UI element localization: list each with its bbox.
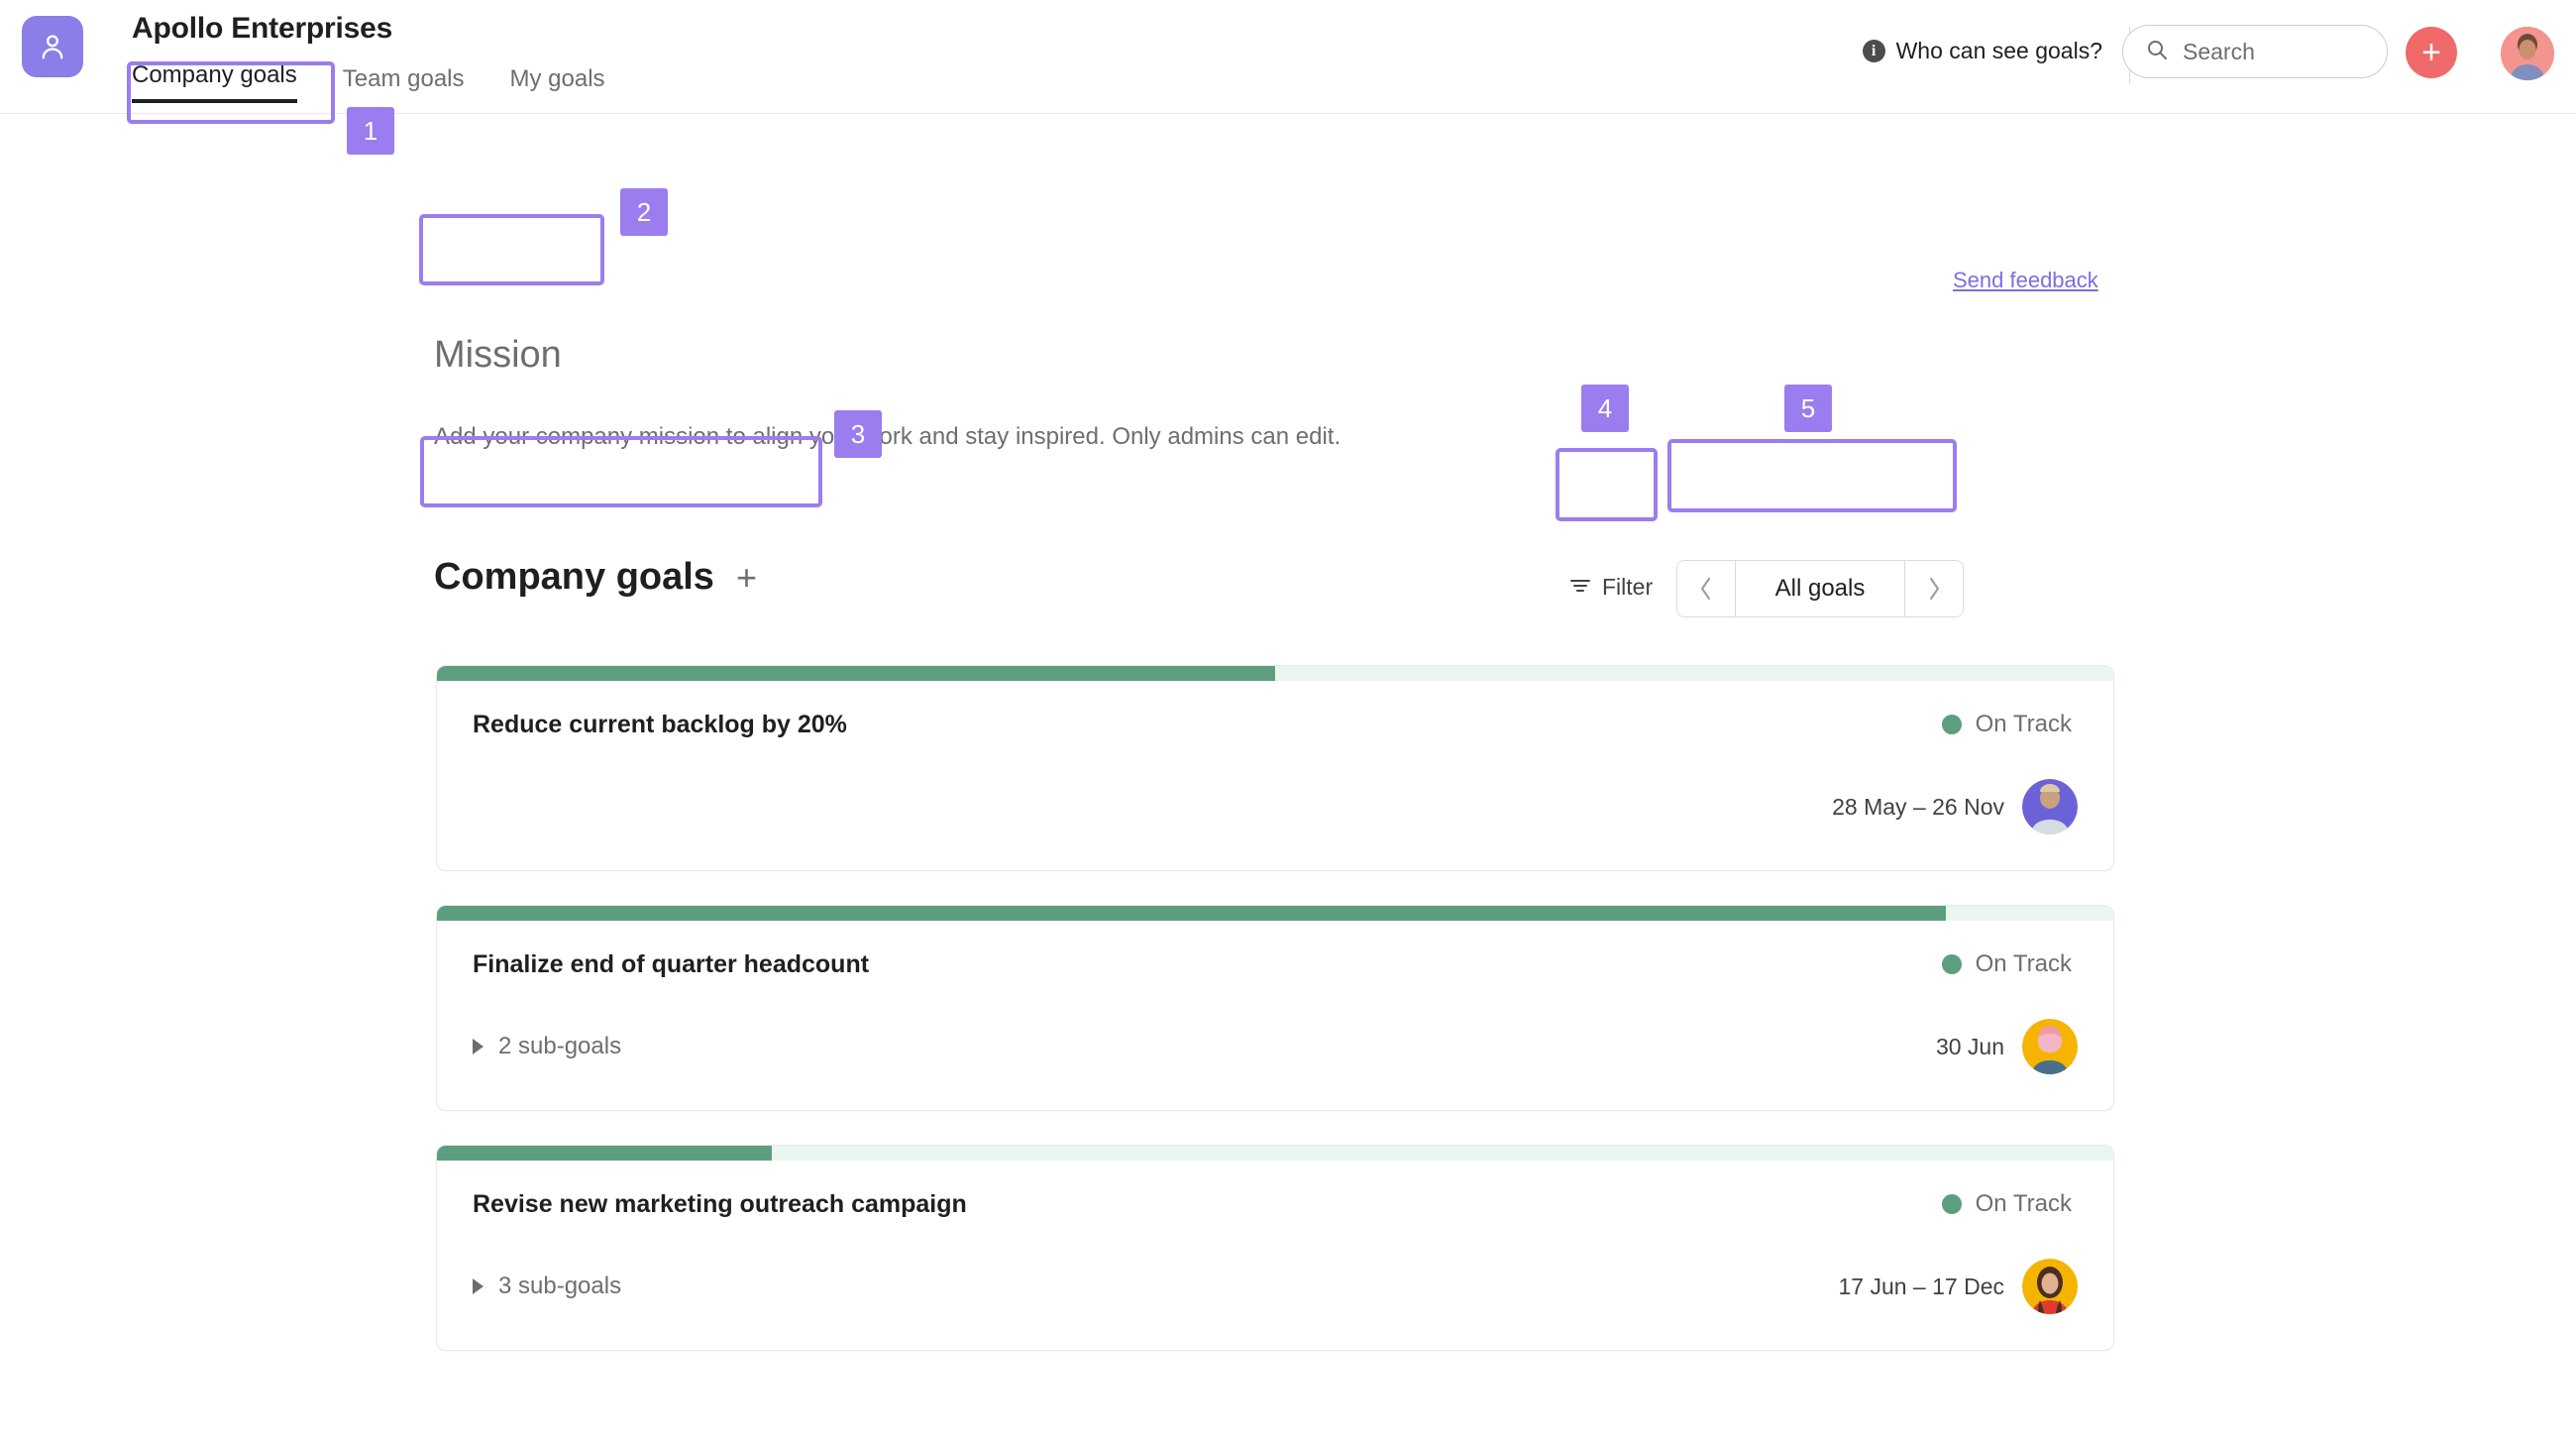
profile-avatar-icon <box>2501 27 2554 80</box>
sub-goals-toggle[interactable]: 2 sub-goals <box>473 1033 621 1060</box>
send-feedback-link[interactable]: Send feedback <box>1953 268 2098 293</box>
status-badge: On Track <box>1941 950 2072 978</box>
goal-card[interactable]: Revise new marketing outreach campaign O… <box>436 1145 2114 1351</box>
search-icon <box>2145 38 2169 66</box>
tab-my-goals[interactable]: My goals <box>510 65 605 103</box>
page-title: Apollo Enterprises <box>132 12 393 45</box>
who-can-see-goals-label: Who can see goals? <box>1895 38 2102 63</box>
progress-bar <box>437 906 2113 921</box>
progress-bar <box>437 1146 2113 1161</box>
goal-period-switcher: All goals <box>1676 560 1964 617</box>
add-goal-icon[interactable]: + <box>736 557 757 599</box>
goal-meta: 17 Jun – 17 Dec <box>1838 1259 2078 1314</box>
progress-bar-fill <box>437 1146 773 1161</box>
goal-owner-avatar[interactable] <box>2022 1259 2078 1314</box>
goal-card-body: Reduce current backlog by 20% On Track 2… <box>437 681 2113 870</box>
owner-avatar-icon <box>2022 1019 2078 1074</box>
filter-button[interactable]: Filter <box>1565 568 1657 607</box>
tab-team-goals[interactable]: Team goals <box>343 65 465 103</box>
avatar[interactable] <box>2501 27 2554 80</box>
sub-goals-label: 2 sub-goals <box>498 1033 622 1059</box>
goal-meta: 28 May – 26 Nov <box>1832 779 2078 834</box>
main-content: Send feedback Mission Add your company m… <box>0 114 2576 1442</box>
tab-company-goals[interactable]: Company goals <box>132 61 297 103</box>
sub-goals-label: 3 sub-goals <box>498 1273 622 1299</box>
next-period-button[interactable] <box>1905 561 1963 616</box>
goal-title: Finalize end of quarter headcount <box>473 950 870 978</box>
goal-dates: 28 May – 26 Nov <box>1832 793 2004 820</box>
status-badge: On Track <box>1941 711 2072 738</box>
mission-heading: Mission <box>434 334 562 376</box>
status-label: On Track <box>1975 1190 2072 1217</box>
owner-avatar-icon <box>2022 779 2078 834</box>
chevron-left-icon <box>1700 577 1711 601</box>
company-goals-section-header: Company goals + <box>434 556 757 599</box>
progress-bar-fill <box>437 666 1275 681</box>
goal-meta: 30 Jun <box>1936 1019 2078 1074</box>
status-badge: On Track <box>1941 1190 2072 1218</box>
status-dot-icon <box>1941 1194 1962 1214</box>
filter-label: Filter <box>1602 574 1654 600</box>
who-can-see-goals-link[interactable]: i Who can see goals? <box>1862 38 2102 64</box>
owner-avatar-icon <box>2022 1259 2078 1314</box>
goal-card-body: Finalize end of quarter headcount On Tra… <box>437 921 2113 1110</box>
goal-card[interactable]: Finalize end of quarter headcount On Tra… <box>436 905 2114 1111</box>
goal-card[interactable]: Reduce current backlog by 20% On Track 2… <box>436 665 2114 871</box>
goal-tabs: Company goals Team goals My goals <box>132 61 651 103</box>
create-button[interactable]: + <box>2406 27 2457 78</box>
progress-bar <box>437 666 2113 681</box>
top-bar: Apollo Enterprises Company goals Team go… <box>0 0 2576 114</box>
mission-description: Add your company mission to align your w… <box>434 423 1342 450</box>
user-avatar-logo-icon <box>36 30 69 63</box>
goal-dates: 30 Jun <box>1935 1033 2004 1059</box>
goal-dates: 17 Jun – 17 Dec <box>1838 1273 2004 1299</box>
goal-title: Reduce current backlog by 20% <box>473 711 847 738</box>
company-goals-title: Company goals <box>434 556 714 598</box>
status-dot-icon <box>1941 715 1962 734</box>
current-period-label[interactable]: All goals <box>1735 561 1905 616</box>
status-dot-icon <box>1941 954 1962 974</box>
chevron-right-icon <box>1929 577 1940 601</box>
goal-list: Reduce current backlog by 20% On Track 2… <box>436 665 2114 1385</box>
filter-icon <box>1569 574 1591 601</box>
search-placeholder: Search <box>2183 38 2255 64</box>
sub-goals-toggle[interactable]: 3 sub-goals <box>473 1273 621 1300</box>
progress-bar-fill <box>437 906 1946 921</box>
info-icon: i <box>1862 40 1885 62</box>
caret-right-icon <box>473 1039 483 1054</box>
goal-owner-avatar[interactable] <box>2022 1019 2078 1074</box>
goal-card-body: Revise new marketing outreach campaign O… <box>437 1161 2113 1350</box>
status-label: On Track <box>1975 711 2072 737</box>
status-label: On Track <box>1975 950 2072 977</box>
caret-right-icon <box>473 1278 483 1294</box>
search-input[interactable]: Search <box>2122 25 2388 78</box>
workspace-logo[interactable] <box>22 16 83 77</box>
goal-title: Revise new marketing outreach campaign <box>473 1190 967 1218</box>
goal-owner-avatar[interactable] <box>2022 779 2078 834</box>
previous-period-button[interactable] <box>1677 561 1735 616</box>
